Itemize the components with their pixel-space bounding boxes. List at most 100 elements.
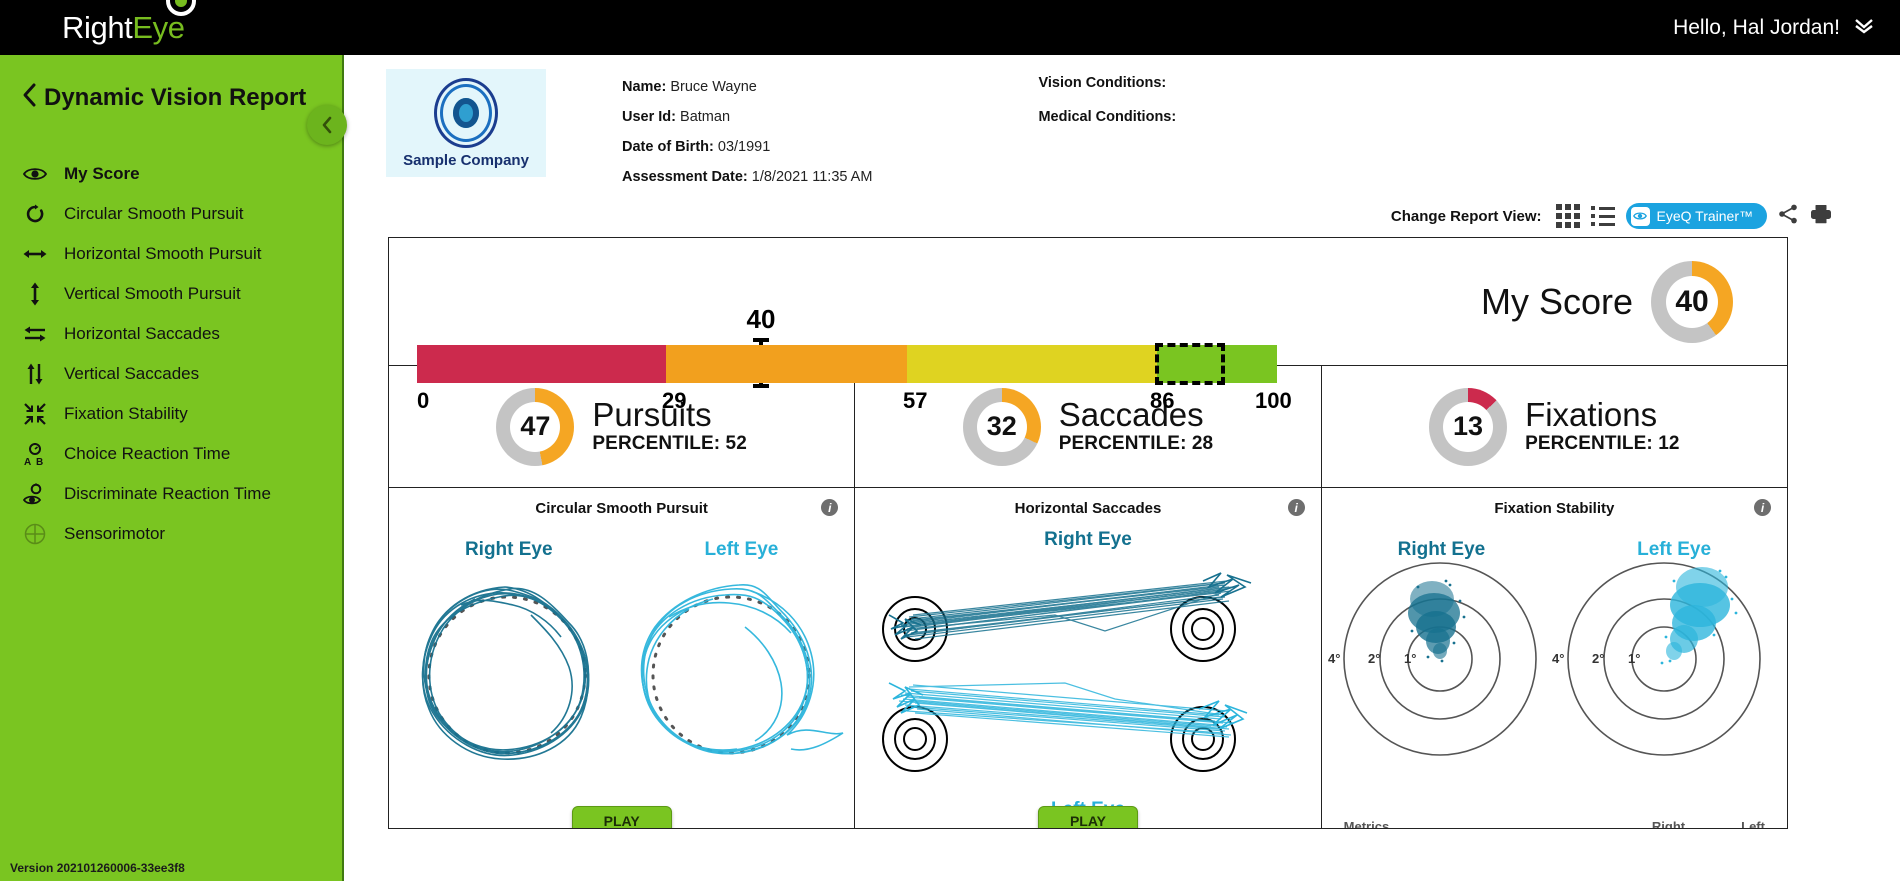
saccades-percentile: PERCENTILE: 28 — [1058, 432, 1214, 454]
sidebar-item-choice-reaction-time[interactable]: A B Choice Reaction Time — [0, 434, 342, 474]
metrics-col-right: Right — [1651, 819, 1686, 828]
horizontal-arrow-icon — [22, 242, 48, 266]
patient-field-name: Name: Bruce Wayne — [622, 79, 872, 95]
logo-text-right: Right — [62, 10, 133, 45]
play-button[interactable]: PLAY — [571, 806, 672, 828]
svg-text:A: A — [24, 457, 31, 468]
sidebar-item-circular-smooth-pursuit[interactable]: Circular Smooth Pursuit — [0, 194, 342, 234]
metric-card-fixations[interactable]: 13 Fixations PERCENTILE: 12 — [1320, 366, 1787, 487]
chevron-double-down-icon[interactable] — [1854, 19, 1874, 36]
patient-field-assessment-date: Assessment Date: 1/8/2021 11:35 AM — [622, 169, 872, 185]
my-score-label: My Score — [1480, 280, 1633, 322]
panel-title: Horizontal Saccades — [1014, 500, 1162, 517]
back-chevron-icon[interactable] — [22, 83, 36, 112]
fixations-donut-value: 13 — [1443, 401, 1494, 452]
sidebar-item-label: My Score — [64, 164, 140, 183]
saccades-donut: 32 — [962, 387, 1041, 466]
field-value: Batman — [680, 109, 731, 125]
sidebar-item-label: Vertical Smooth Pursuit — [64, 284, 241, 303]
sidebar-item-vertical-saccades[interactable]: Vertical Saccades — [0, 354, 342, 394]
fixations-percentile: PERCENTILE: 12 — [1525, 432, 1680, 454]
user-greeting[interactable]: Hello, Hal Jordan! — [1673, 16, 1874, 40]
metric-card-saccades[interactable]: 32 Saccades PERCENTILE: 28 — [854, 366, 1320, 487]
sidebar: Dynamic Vision Report My Score Circular … — [0, 55, 344, 881]
score-seg-29-57 — [666, 344, 908, 383]
sidebar-item-label: Sensorimotor — [64, 524, 166, 543]
my-score-summary: My Score 40 — [1480, 260, 1733, 343]
sidebar-item-label: Discriminate Reaction Time — [64, 484, 271, 503]
left-eye-label: Left Eye — [1637, 539, 1712, 560]
report-view-toolbar: Change Report View: EyeQ Trainer™ — [346, 203, 1900, 229]
horizontal-saccades-svg — [882, 572, 1252, 772]
panel-fixation-stability: Fixation Stability i Right Eye Left Eye … — [1320, 488, 1787, 828]
eyeq-trainer-label: EyeQ Trainer™ — [1656, 208, 1753, 224]
sidebar-collapse-button[interactable] — [307, 105, 347, 145]
field-value: 03/1991 — [717, 139, 771, 155]
info-icon[interactable]: i — [821, 499, 839, 516]
sidebar-title[interactable]: Dynamic Vision Report — [22, 83, 342, 112]
fixation-metrics-footer: Metrics Right Left — [1322, 819, 1787, 828]
score-seg-0-29 — [417, 344, 667, 383]
sidebar-item-horizontal-smooth-pursuit[interactable]: Horizontal Smooth Pursuit — [0, 234, 342, 274]
score-marker-label: 40 — [746, 303, 776, 334]
sidebar-item-horizontal-saccades[interactable]: Horizontal Saccades — [0, 314, 342, 354]
play-button[interactable]: PLAY — [1037, 806, 1138, 828]
fixations-title: Fixations — [1525, 396, 1658, 434]
change-report-view-label: Change Report View: — [1390, 207, 1542, 225]
field-label: Date of Birth: — [622, 139, 714, 155]
patient-field-user-id: User Id: Batman — [622, 109, 872, 125]
score-tick-86: 86 — [1150, 387, 1175, 413]
horizontal-swap-icon — [22, 322, 48, 346]
eyeq-eye-icon — [1630, 206, 1650, 226]
greeting-text: Hello, Hal Jordan! — [1673, 15, 1840, 39]
score-seg-57-86 — [907, 344, 1157, 383]
eyeq-trainer-button[interactable]: EyeQ Trainer™ — [1625, 203, 1767, 229]
score-tick-29: 29 — [662, 387, 687, 413]
svg-text:B: B — [36, 457, 43, 468]
sidebar-nav: My Score Circular Smooth Pursuit Horizon… — [0, 154, 342, 554]
company-eye-icon — [434, 77, 498, 148]
sidebar-item-label: Vertical Saccades — [64, 364, 200, 383]
panel-title: Fixation Stability — [1494, 500, 1615, 517]
info-icon[interactable]: i — [1287, 499, 1305, 516]
medical-conditions-label: Medical Conditions: — [1038, 109, 1177, 125]
panel-header: Fixation Stability i — [1322, 488, 1787, 517]
grid-view-icon[interactable] — [1555, 204, 1580, 228]
pursuits-donut: 47 — [496, 387, 575, 466]
print-icon[interactable] — [1810, 204, 1832, 229]
metrics-col-left: Left — [1741, 819, 1765, 828]
score-tick-100: 100 — [1255, 387, 1292, 413]
circular-arrow-icon — [22, 202, 48, 226]
score-tick-57: 57 — [903, 387, 928, 413]
metrics-label: Metrics — [1343, 819, 1390, 828]
sidebar-item-sensorimotor[interactable]: Sensorimotor — [0, 514, 342, 554]
field-label: User Id: — [622, 109, 676, 125]
info-icon[interactable]: i — [1753, 499, 1771, 516]
top-bar: RightEye Hello, Hal Jordan! — [0, 0, 1900, 55]
sidebar-item-label: Horizontal Saccades — [64, 324, 220, 343]
sidebar-item-fixation-stability[interactable]: Fixation Stability — [0, 394, 342, 434]
chart-panels-row: Circular Smooth Pursuit i Right Eye Left… — [389, 488, 1787, 828]
fixation-stability-svg: 4° 2° 1° 4° 2° 1° — [1328, 562, 1761, 756]
metric-card-pursuits[interactable]: 47 Pursuits PERCENTILE: 52 — [389, 366, 854, 487]
sidebar-item-my-score[interactable]: My Score — [0, 154, 342, 194]
eye-icon — [22, 162, 48, 186]
panel-circular-smooth-pursuit: Circular Smooth Pursuit i Right Eye Left… — [389, 488, 854, 828]
version-label: Version 202101260006-33ee3f8 — [10, 861, 185, 875]
panel-header: Horizontal Saccades i — [855, 488, 1320, 517]
sidebar-item-vertical-smooth-pursuit[interactable]: Vertical Smooth Pursuit — [0, 274, 342, 314]
ring-label-1deg: 1° — [1404, 651, 1416, 666]
righteye-logo[interactable]: RightEye — [62, 0, 196, 45]
sidebar-item-discriminate-reaction-time[interactable]: Discriminate Reaction Time — [0, 474, 342, 514]
sidebar-item-label: Fixation Stability — [64, 404, 188, 423]
share-icon[interactable] — [1778, 204, 1799, 229]
field-label: Assessment Date: — [622, 169, 748, 185]
panel-horizontal-saccades: Horizontal Saccades i Right Eye PLAY — [854, 488, 1320, 828]
metric-cards-row: 47 Pursuits PERCENTILE: 52 32 Saccades P… — [389, 366, 1787, 488]
sidebar-item-label: Horizontal Smooth Pursuit — [64, 244, 262, 263]
main-content: Sample Company Name: Bruce Wayne User Id… — [346, 55, 1900, 881]
patient-field-dob: Date of Birth: 03/1991 — [622, 139, 872, 155]
ring-label-2deg: 2° — [1592, 651, 1604, 666]
list-view-icon[interactable] — [1590, 206, 1615, 226]
my-score-donut-value: 40 — [1666, 275, 1718, 328]
